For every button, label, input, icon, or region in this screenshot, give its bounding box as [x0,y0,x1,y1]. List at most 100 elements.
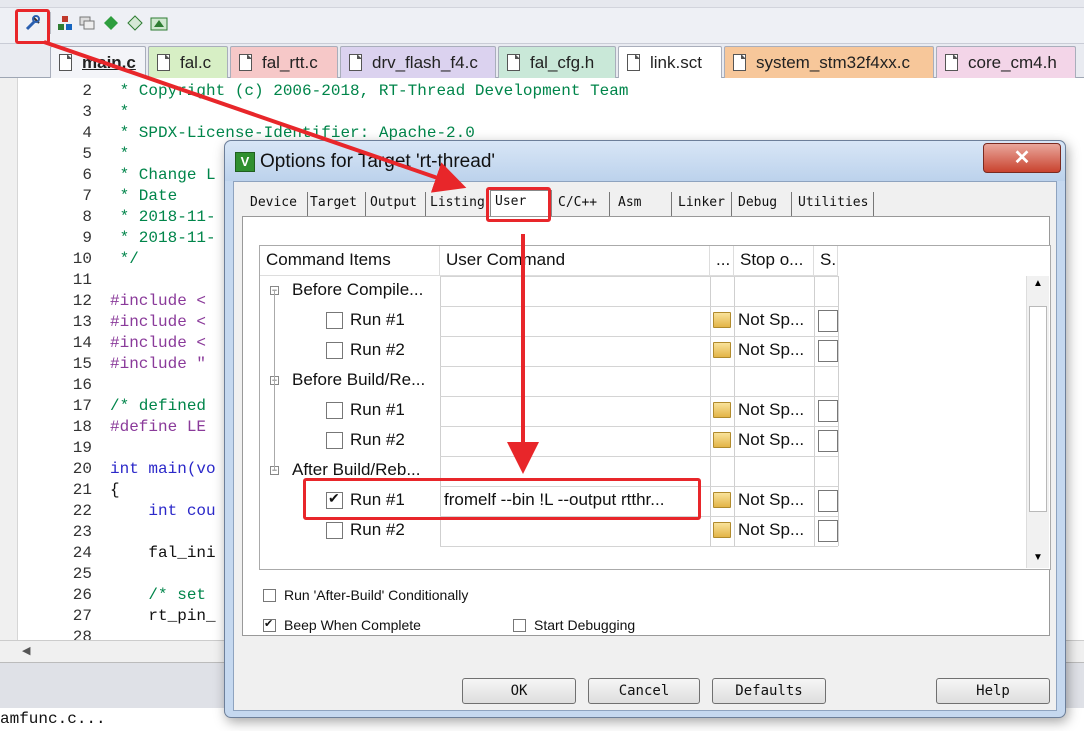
tab-output[interactable]: Output [366,192,426,216]
sound-checkbox[interactable] [818,340,838,362]
keil-logo-icon: V [235,152,255,172]
stop-on-error-value[interactable]: Not Sp... [734,306,814,336]
beep-checkbox[interactable] [263,617,276,632]
tab-c-cpp[interactable]: C/C++ [554,192,610,216]
tab-core-cm4-h[interactable]: core_cm4.h [936,46,1076,78]
browse-folder-icon[interactable] [713,522,731,538]
manage-project-items-icon[interactable] [54,12,76,34]
tab-fal-c[interactable]: fal.c [148,46,228,78]
stop-on-error-value[interactable]: Not Sp... [734,426,814,456]
tab-asm[interactable]: Asm [614,192,672,216]
line-number: 10 [72,250,92,268]
run-checkbox[interactable] [326,312,343,329]
user-command-field[interactable] [440,336,710,366]
ok-button[interactable]: OK [462,678,576,704]
sound-checkbox[interactable] [818,310,838,332]
header-stop-on[interactable]: Stop o... [734,246,814,276]
group-row[interactable]: −Before Build/Re... [260,366,1036,396]
line-number: 6 [82,166,92,184]
command-grid: Command Items User Command ... Stop o...… [259,245,1051,570]
defaults-button[interactable]: Defaults [712,678,826,704]
sound-checkbox[interactable] [818,430,838,452]
start-debugging-option[interactable]: Start Debugging [513,617,635,633]
tab-utilities[interactable]: Utilities [794,192,874,216]
tab-target[interactable]: Target [306,192,366,216]
tab-fal-rtt-c[interactable]: fal_rtt.c [230,46,338,78]
line-number: 16 [72,376,92,394]
line-number: 24 [72,544,92,562]
code-text: * [110,103,130,121]
help-button[interactable]: Help [936,678,1050,704]
stop-on-error-value[interactable]: Not Sp... [734,486,814,516]
scroll-up-icon[interactable]: ▲ [1033,278,1043,289]
browse-folder-icon[interactable] [713,342,731,358]
user-command-field[interactable] [440,426,710,456]
run-row[interactable]: Run #2 Not Sp... [260,516,1036,546]
scroll-down-icon[interactable]: ▼ [1033,552,1043,563]
tab-linker[interactable]: Linker [674,192,732,216]
header-user-command[interactable]: User Command [440,246,710,276]
run-row[interactable]: Run #2 Not Sp... [260,426,1036,456]
stop-on-error-value[interactable]: Not Sp... [734,516,814,546]
group-row[interactable]: − Before Compile... [260,276,1036,306]
tab-debug[interactable]: Debug [734,192,792,216]
run-row[interactable]: Run #2 Not Sp... [260,336,1036,366]
stop-on-error-value[interactable]: Not Sp... [734,396,814,426]
tab-device[interactable]: Device [246,192,308,216]
tab-drv-flash-f4-c[interactable]: drv_flash_f4.c [340,46,496,78]
grid-vertical-scrollbar[interactable]: ▲ ▼ [1026,276,1049,568]
line-number: 15 [72,355,92,373]
run-row[interactable]: Run #1 Not Sp... [260,306,1036,336]
line-number: 14 [72,334,92,352]
stop-on-error-value[interactable]: Not Sp... [734,336,814,366]
run-checkbox[interactable] [326,342,343,359]
tab-fal-cfg-h[interactable]: fal_cfg.h [498,46,616,78]
file-icon [349,54,362,71]
grid-row-line [440,336,838,337]
user-command-field[interactable] [440,396,710,426]
line-number: 21 [72,481,92,499]
scrollbar-thumb[interactable] [1029,306,1047,512]
browse-folder-icon[interactable] [713,312,731,328]
run-checkbox[interactable] [326,432,343,449]
pack-installer-icon[interactable] [124,12,146,34]
run-label: Run #2 [350,430,405,449]
browse-folder-icon[interactable] [713,432,731,448]
run-after-build-option[interactable]: Run 'After-Build' Conditionally [263,587,468,603]
sound-checkbox[interactable] [818,400,838,422]
header-s[interactable]: S. [814,246,838,276]
cancel-button[interactable]: Cancel [588,678,700,704]
close-button[interactable]: ✕ [983,143,1061,173]
run-time-environment-icon[interactable] [100,12,122,34]
code-line: 2 * Copyright (c) 2006-2018, RT-Thread D… [18,81,1084,102]
run-checkbox[interactable] [326,522,343,539]
beep-option[interactable]: Beep When Complete [263,617,421,633]
select-packs-icon[interactable] [76,12,98,34]
scroll-left-icon[interactable]: ◀ [22,644,30,657]
user-command-field[interactable] [440,516,710,546]
browse-folder-icon[interactable] [713,492,731,508]
start-debugging-checkbox[interactable] [513,618,526,632]
browse-folder-icon[interactable] [713,402,731,418]
code-text: #include < [110,292,207,310]
header-command-items[interactable]: Command Items [260,246,440,276]
line-number: 13 [72,313,92,331]
user-tab-highlight [486,187,551,222]
sound-checkbox[interactable] [818,490,838,512]
tab-system-stm32f4xx-c[interactable]: system_stm32f4xx.c [724,46,934,78]
grid-row-line [440,456,838,457]
run-row[interactable]: Run #1 Not Sp... [260,396,1036,426]
header-browse[interactable]: ... [710,246,734,276]
tab-listing[interactable]: Listing [426,192,488,216]
sound-checkbox[interactable] [818,520,838,542]
code-line: 3 * [18,102,1084,123]
run-after-build-checkbox[interactable] [263,588,276,602]
line-number: 17 [72,397,92,415]
tab-main-c[interactable]: main.c [50,46,146,78]
batch-build-icon[interactable] [148,12,170,34]
tab-link-sct[interactable]: link.sct [618,46,722,78]
group-label: Before Compile... [292,280,424,299]
run-checkbox[interactable] [326,402,343,419]
code-text: #include < [110,334,207,352]
user-command-field[interactable] [440,306,710,336]
